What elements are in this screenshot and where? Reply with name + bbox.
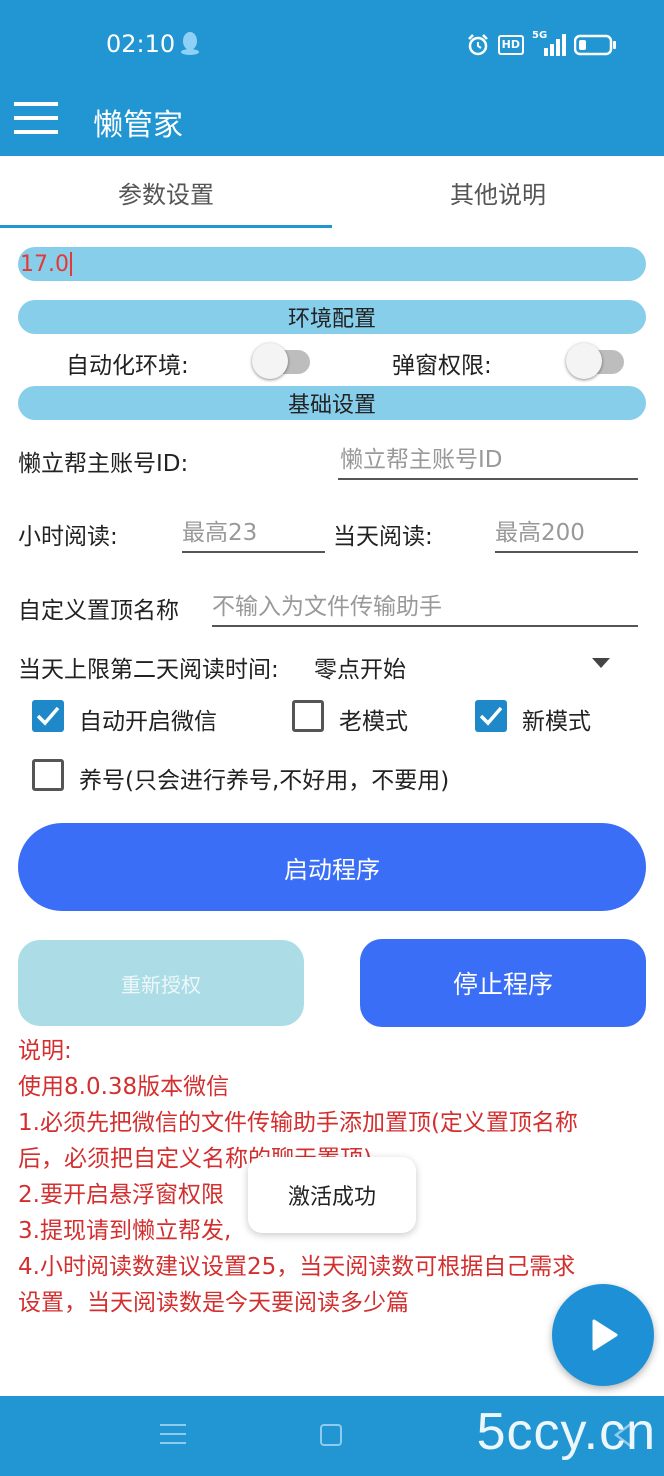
switch-knob [566, 343, 602, 379]
alarm-icon [466, 33, 490, 57]
checkbox-keep-account[interactable] [32, 759, 64, 791]
hour-read-label: 小时阅读: [18, 524, 118, 550]
day-read-label: 当天阅读: [333, 524, 433, 550]
pin-name-input[interactable]: 不输入为文件传输助手 [212, 583, 638, 627]
stop-program-button[interactable]: 停止程序 [360, 939, 646, 1027]
battery-icon [574, 34, 616, 56]
checkbox-auto-wechat-label: 自动开启微信 [79, 709, 217, 735]
tab-params[interactable]: 参数设置 [0, 156, 332, 228]
next-day-label: 当天上限第二天阅读时间: [18, 657, 279, 683]
version-field[interactable]: 17.0 [18, 247, 646, 281]
pin-name-placeholder: 不输入为文件传输助手 [212, 594, 442, 620]
switch-knob [252, 343, 288, 379]
toast-message: 激活成功 [248, 1157, 416, 1233]
notes-title: 说明: [18, 1038, 72, 1064]
version-value: 17.0 [20, 251, 69, 277]
account-id-label: 懒立帮主账号ID: [18, 451, 189, 477]
hour-read-placeholder: 最高23 [182, 520, 258, 546]
status-icons: HD 5G [466, 30, 616, 60]
hour-read-input[interactable]: 最高23 [182, 509, 325, 553]
checkbox-new-mode[interactable] [475, 700, 507, 732]
status-bar: 02:10 HD 5G [0, 0, 664, 88]
qq-icon [180, 30, 200, 56]
tab-other-info[interactable]: 其他说明 [332, 156, 664, 228]
app-bar: 懒管家 [0, 88, 664, 156]
play-fab-button[interactable] [552, 1284, 654, 1386]
section-basic-settings: 基础设置 [18, 386, 646, 420]
account-id-placeholder: 懒立帮主账号ID [340, 447, 503, 473]
nav-recents-icon[interactable] [160, 1422, 186, 1450]
notes-line: 1.必须先把微信的文件传输助手添加置顶(定义置顶名称 [18, 1110, 578, 1136]
text-cursor [69, 252, 72, 276]
day-read-placeholder: 最高200 [495, 520, 585, 546]
nav-home-icon[interactable] [320, 1424, 342, 1446]
account-id-input[interactable]: 懒立帮主账号ID [338, 436, 638, 480]
hamburger-menu-icon[interactable] [14, 98, 60, 138]
hd-icon: HD [497, 35, 524, 55]
reauthorize-button[interactable]: 重新授权 [18, 940, 304, 1026]
popup-perm-label: 弹窗权限: [392, 353, 492, 379]
checkbox-old-mode-label: 老模式 [339, 709, 408, 735]
start-program-button[interactable]: 启动程序 [18, 823, 646, 911]
tab-bar: 参数设置 其他说明 [0, 156, 664, 228]
notes-line: 4.小时阅读数建议设置25，当天阅读数可根据自己需求 [18, 1254, 576, 1280]
section-env-config: 环境配置 [18, 300, 646, 334]
checkbox-auto-wechat[interactable] [32, 700, 64, 732]
chevron-down-icon[interactable] [592, 658, 610, 668]
day-read-input[interactable]: 最高200 [495, 509, 638, 553]
next-day-value: 零点开始 [314, 657, 406, 683]
notes-line: 使用8.0.38版本微信 [18, 1074, 230, 1100]
checkbox-new-mode-label: 新模式 [522, 709, 591, 735]
status-time: 02:10 [106, 30, 176, 58]
auto-env-switch[interactable] [252, 340, 312, 380]
5g-signal-icon: 5G [532, 30, 566, 58]
watermark-text: 5ccy.cn [476, 1403, 656, 1461]
pin-name-label: 自定义置顶名称 [18, 598, 179, 624]
popup-perm-switch[interactable] [566, 340, 626, 380]
next-day-time-select[interactable]: 当天上限第二天阅读时间: 零点开始 [18, 640, 628, 688]
app-title: 懒管家 [93, 108, 183, 143]
checkbox-keep-account-label: 养号(只会进行养号,不好用，不要用) [79, 768, 450, 794]
tab-indicator [0, 225, 332, 228]
auto-env-label: 自动化环境: [66, 353, 189, 379]
checkbox-old-mode[interactable] [292, 700, 324, 732]
play-icon [592, 1319, 618, 1351]
